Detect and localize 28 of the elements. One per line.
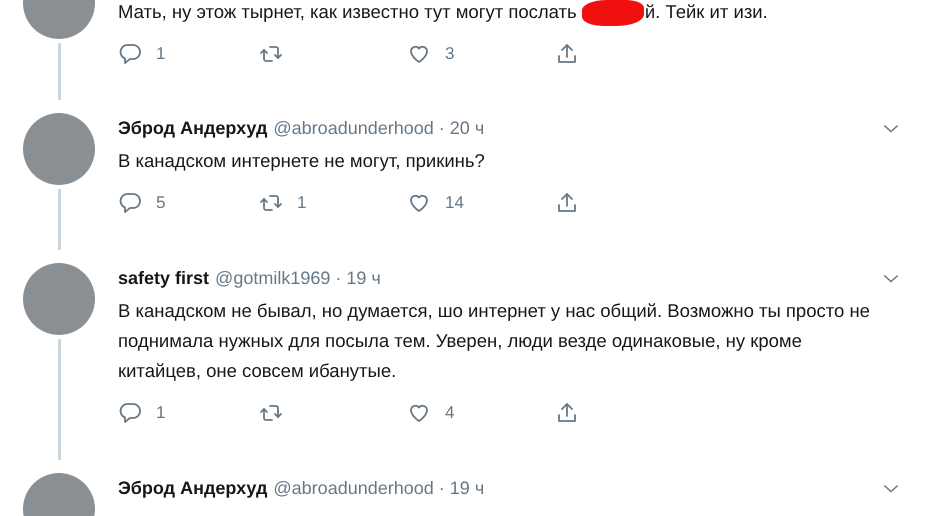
tweet-time[interactable]: · 19 ч xyxy=(335,268,381,288)
user-handle[interactable]: @abroadunderhood xyxy=(273,478,434,498)
tweet-text: В канадском не бывал, но думается, шо интернет у нас общий. Возможно ты просто не поднимала нужных для посыла тем. Уверен, люди везде одинаковые, ну кроме китайцев, оне совсем ибанутые. xyxy=(118,299,871,383)
user-name[interactable]: Эброд Андерхуд xyxy=(118,478,268,498)
user-name[interactable]: safety first xyxy=(118,268,210,288)
action-count: 1 xyxy=(156,44,166,64)
user-name[interactable]: Эброд Андерхуд xyxy=(118,118,268,138)
share-icon[interactable] xyxy=(555,191,579,215)
share-icon[interactable] xyxy=(555,42,579,66)
user-handle[interactable]: @abroadunderhood xyxy=(273,118,434,138)
tweet-text: В канадском интернете не могут, прикинь? xyxy=(118,149,486,173)
share-icon[interactable] xyxy=(555,401,579,425)
tweet-time[interactable]: · 20 ч xyxy=(438,118,484,138)
chevron-down-icon[interactable] xyxy=(882,122,900,134)
action-count: 14 xyxy=(445,193,464,213)
action-count: 5 xyxy=(156,193,166,213)
action-count: 3 xyxy=(445,44,454,64)
reply-icon[interactable] xyxy=(118,191,142,215)
action-count: 4 xyxy=(445,403,454,423)
user-handle[interactable]: @gotmilk1969 xyxy=(215,268,330,288)
reply-icon[interactable] xyxy=(118,42,142,66)
reply-icon[interactable] xyxy=(118,401,142,425)
chevron-down-icon[interactable] xyxy=(882,482,900,494)
action-count: 1 xyxy=(297,193,306,213)
chevron-down-icon[interactable] xyxy=(882,272,900,284)
tweet-text: Мать, ну этож тырнет, как известно тут могут послать й. Тейк ит изи. xyxy=(118,0,884,27)
action-count: 1 xyxy=(156,403,166,423)
tweet-time[interactable]: · 19 ч xyxy=(438,478,484,498)
